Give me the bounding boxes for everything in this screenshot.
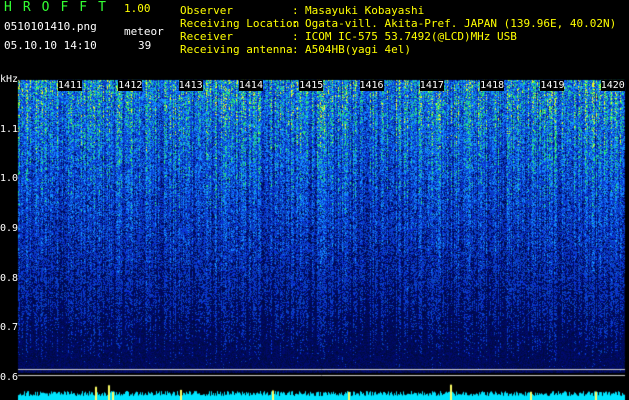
spectrogram-canvas [0, 70, 629, 400]
mode-label: meteor [124, 25, 164, 38]
time-tick-label: 1420 [600, 80, 625, 91]
y-tick-label: 0.7 [0, 322, 19, 333]
info-colon: : [292, 4, 299, 17]
time-tick-label: 1419 [540, 80, 565, 91]
info-label-location: Receiving Location [180, 17, 300, 30]
date-time: 05.10.10 14:10 [4, 39, 97, 52]
time-tick-label: 1414 [238, 80, 263, 91]
y-tick-label: 1.0 [0, 173, 19, 184]
info-value-antenna: A504HB(yagi 4el) [305, 43, 411, 56]
app-title: HROFFT [4, 0, 117, 15]
time-tick-label: 1415 [299, 80, 324, 91]
info-colon: : [292, 43, 299, 56]
info-value-observer: Masayuki Kobayashi [305, 4, 425, 17]
app-version: 1.00 [124, 2, 151, 15]
info-label-receiver: Receiver [180, 30, 233, 43]
info-label-antenna: Receiving antenna [180, 43, 293, 56]
info-colon: : [292, 17, 299, 30]
time-tick-label: 1411 [58, 80, 83, 91]
time-tick-label: 1418 [480, 80, 505, 91]
meteor-count: 39 [138, 39, 152, 52]
info-value-receiver: ICOM IC-575 53.7492(@LCD)MHz USB [305, 30, 517, 43]
time-tick-label: 1412 [118, 80, 143, 91]
info-value-location: Ogata-vill. Akita-Pref. JAPAN (139.96E, … [305, 17, 617, 30]
y-tick-label: 0.6 [0, 372, 19, 383]
info-label-observer: Observer [180, 4, 233, 17]
y-tick-label: 0.8 [0, 273, 19, 284]
y-tick-label: 0.9 [0, 223, 19, 234]
time-tick-label: 1417 [419, 80, 444, 91]
time-tick-label: 1413 [178, 80, 203, 91]
y-tick-label: 1.1 [0, 124, 19, 135]
info-colon: : [292, 30, 299, 43]
file-name: 0510101410.png [4, 20, 97, 33]
time-tick-label: 1416 [359, 80, 384, 91]
y-axis-unit: kHz [0, 74, 19, 85]
